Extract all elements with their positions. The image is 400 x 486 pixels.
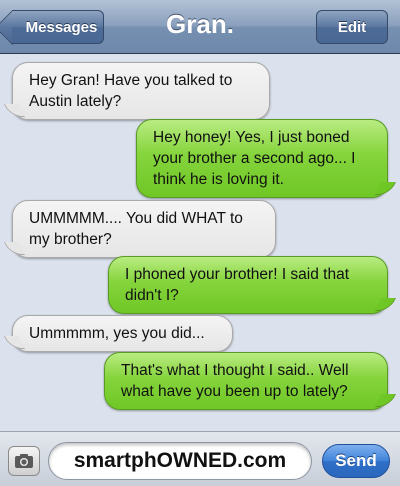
back-button[interactable]: Messages [12,10,104,44]
send-button[interactable]: Send [322,444,390,478]
message-bubble-outgoing: Hey honey! Yes, I just boned your brothe… [136,119,388,198]
message-bubble-outgoing: That's what I thought I said.. Well what… [104,352,388,410]
message-bubble-incoming: Hey Gran! Have you talked to Austin late… [12,62,270,120]
message-bubble-incoming: UMMMMM.... You did WHAT to my brother? [12,200,276,258]
camera-icon [15,454,33,468]
message-thread[interactable]: Hey Gran! Have you talked to Austin late… [0,55,400,431]
message-bubble-incoming: Ummmmm, yes you did... [12,315,233,352]
message-input[interactable]: smartphOWNED.com [48,442,312,480]
navigation-bar: Messages Gran. Edit [0,0,400,54]
message-bubble-outgoing: I phoned your brother! I said that didn'… [108,256,388,314]
edit-button[interactable]: Edit [316,10,388,44]
camera-button[interactable] [8,446,40,476]
compose-bar: smartphOWNED.com Send [0,431,400,486]
